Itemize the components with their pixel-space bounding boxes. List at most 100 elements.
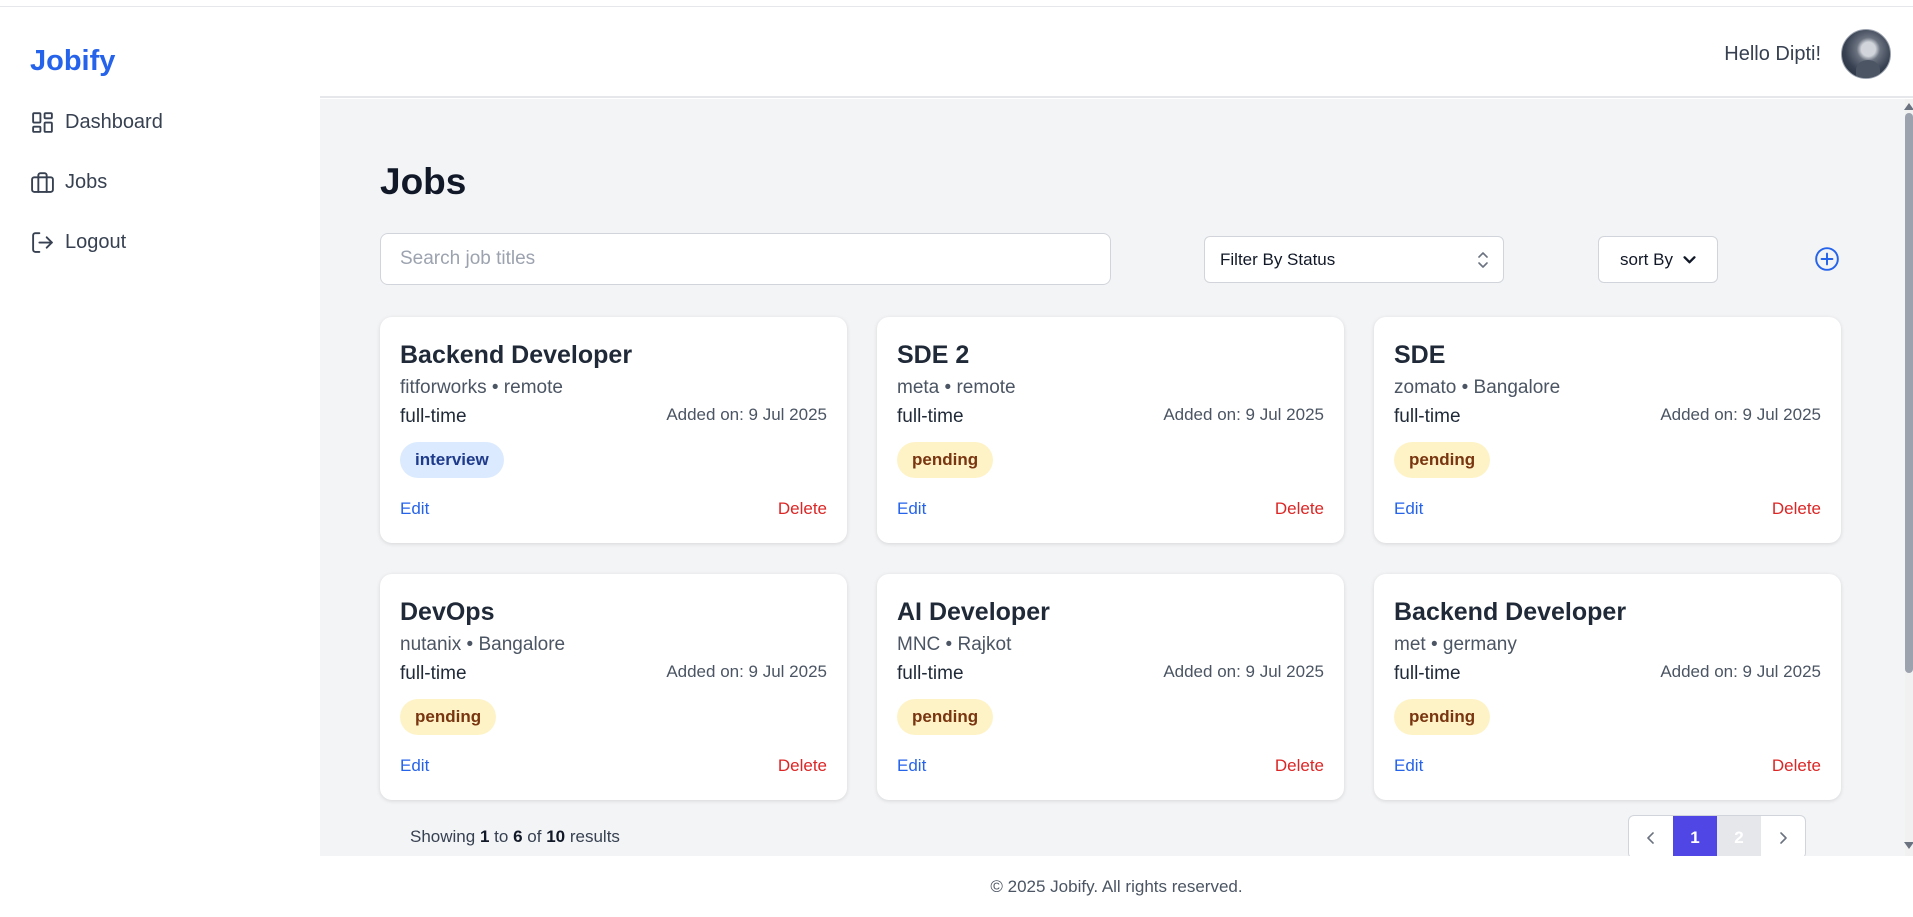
job-location: Bangalore — [478, 634, 566, 655]
edit-job-link[interactable]: Edit — [1394, 756, 1423, 776]
job-card: AI Developer MNC • Rajkot full-time Adde… — [877, 574, 1344, 800]
search-input[interactable] — [380, 233, 1111, 285]
scrollbar-thumb[interactable] — [1905, 113, 1913, 673]
job-date: Added on: 9 Jul 2025 — [1660, 405, 1821, 424]
sidebar-item-label: Dashboard — [65, 111, 163, 133]
job-card: SDE 2 meta • remote full-time Added on: … — [877, 317, 1344, 543]
status-filter-select[interactable]: Filter By Status — [1204, 236, 1504, 283]
job-title: DevOps — [400, 598, 495, 626]
job-title: AI Developer — [897, 598, 1050, 626]
status-filter-label: Filter By Status — [1220, 249, 1336, 269]
next-page-button[interactable] — [1761, 816, 1805, 856]
job-card: Backend Developer fitforworks • remote f… — [380, 317, 847, 543]
footer-copyright: © 2025 Jobify. All rights reserved. — [990, 877, 1243, 896]
job-company-location: nutanix • Bangalore — [400, 634, 566, 655]
job-company-location: fitforworks • remote — [400, 377, 563, 398]
avatar[interactable] — [1841, 29, 1891, 79]
job-date: Added on: 9 Jul 2025 — [1163, 662, 1324, 681]
job-title: SDE — [1394, 341, 1446, 369]
logout-icon — [32, 232, 53, 253]
page-button-2[interactable]: 2 — [1717, 816, 1761, 856]
chevron-up-down-icon — [1478, 252, 1488, 268]
previous-page-button[interactable] — [1629, 816, 1673, 856]
job-location: Bangalore — [1473, 377, 1561, 398]
brand-logo[interactable]: Jobify — [30, 45, 115, 78]
status-badge: pending — [1394, 699, 1491, 735]
job-type: full-time — [1394, 663, 1461, 684]
job-date: Added on: 9 Jul 2025 — [666, 662, 827, 681]
delete-job-link[interactable]: Delete — [1275, 756, 1324, 776]
top-header: Hello Dipti! — [320, 7, 1913, 98]
status-badge: pending — [897, 442, 994, 478]
job-company: nutanix — [400, 634, 462, 655]
job-company: fitforworks — [400, 377, 487, 398]
results-to: 6 — [513, 827, 523, 846]
job-company: met — [1394, 634, 1426, 655]
job-card: SDE zomato • Bangalore full-time Added o… — [1374, 317, 1841, 543]
sidebar-item-jobs[interactable]: Jobs — [30, 170, 107, 195]
job-company-location: zomato • Bangalore — [1394, 377, 1561, 398]
results-prefix: Showing — [410, 827, 476, 846]
job-type: full-time — [400, 406, 467, 427]
status-badge: interview — [400, 442, 504, 478]
job-type: full-time — [400, 663, 467, 684]
job-date: Added on: 9 Jul 2025 — [1163, 405, 1324, 424]
sidebar: Jobify Dashboard Jobs Logout — [0, 7, 320, 857]
results-from: 1 — [479, 827, 490, 846]
sidebar-item-label: Jobs — [65, 171, 108, 193]
chevron-left-icon — [1647, 832, 1654, 844]
pagination: 1 2 — [1628, 815, 1806, 856]
job-type: full-time — [1394, 406, 1461, 427]
job-title: Backend Developer — [400, 341, 633, 369]
job-company: meta — [897, 377, 940, 398]
briefcase-icon — [31, 172, 54, 193]
job-company: MNC — [897, 634, 941, 655]
delete-job-link[interactable]: Delete — [1772, 756, 1821, 776]
edit-job-link[interactable]: Edit — [400, 499, 429, 519]
job-location: remote — [956, 377, 1016, 398]
delete-job-link[interactable]: Delete — [778, 756, 827, 776]
page-title: Jobs — [380, 161, 467, 202]
job-location: Rajkot — [957, 634, 1012, 655]
add-job-button[interactable] — [1814, 246, 1840, 272]
scroll-up-arrow-icon[interactable] — [1904, 103, 1913, 110]
page-button-1[interactable]: 1 — [1673, 816, 1717, 856]
job-location: remote — [503, 377, 563, 398]
delete-job-link[interactable]: Delete — [1275, 499, 1324, 519]
delete-job-link[interactable]: Delete — [778, 499, 827, 519]
chevron-down-icon — [1683, 256, 1696, 264]
job-title: Backend Developer — [1394, 598, 1627, 626]
user-greeting: Hello Dipti! — [1724, 43, 1821, 65]
main-content: Jobs Filter By Status sort By Backend De… — [320, 99, 1905, 856]
status-badge: pending — [1394, 442, 1491, 478]
delete-job-link[interactable]: Delete — [1772, 499, 1821, 519]
results-word: results — [569, 827, 620, 846]
edit-job-link[interactable]: Edit — [400, 756, 429, 776]
job-company-location: met • germany — [1394, 634, 1517, 655]
status-badge: pending — [400, 699, 497, 735]
footer: © 2025 Jobify. All rights reserved. — [320, 857, 1913, 917]
sort-select[interactable]: sort By — [1598, 236, 1718, 283]
results-of-word: of — [527, 827, 542, 846]
sidebar-item-dashboard[interactable]: Dashboard — [30, 110, 163, 135]
sidebar-item-label: Logout — [65, 231, 127, 253]
edit-job-link[interactable]: Edit — [1394, 499, 1423, 519]
job-date: Added on: 9 Jul 2025 — [666, 405, 827, 424]
status-badge: pending — [897, 699, 994, 735]
job-type: full-time — [897, 663, 964, 684]
edit-job-link[interactable]: Edit — [897, 756, 926, 776]
job-company-location: MNC • Rajkot — [897, 634, 1012, 655]
scroll-down-arrow-icon[interactable] — [1904, 842, 1913, 849]
results-to-word: to — [494, 827, 509, 846]
chevron-right-icon — [1780, 832, 1787, 844]
job-type: full-time — [897, 406, 964, 427]
job-card: Backend Developer met • germany full-tim… — [1374, 574, 1841, 800]
job-card: DevOps nutanix • Bangalore full-time Add… — [380, 574, 847, 800]
results-total: 10 — [546, 827, 566, 846]
sidebar-item-logout[interactable]: Logout — [30, 230, 126, 255]
edit-job-link[interactable]: Edit — [897, 499, 926, 519]
job-date: Added on: 9 Jul 2025 — [1660, 662, 1821, 681]
results-summary: Showing 1 to 6 of 10 results — [410, 827, 620, 847]
job-company: zomato — [1394, 377, 1457, 398]
job-title: SDE 2 — [897, 341, 970, 369]
